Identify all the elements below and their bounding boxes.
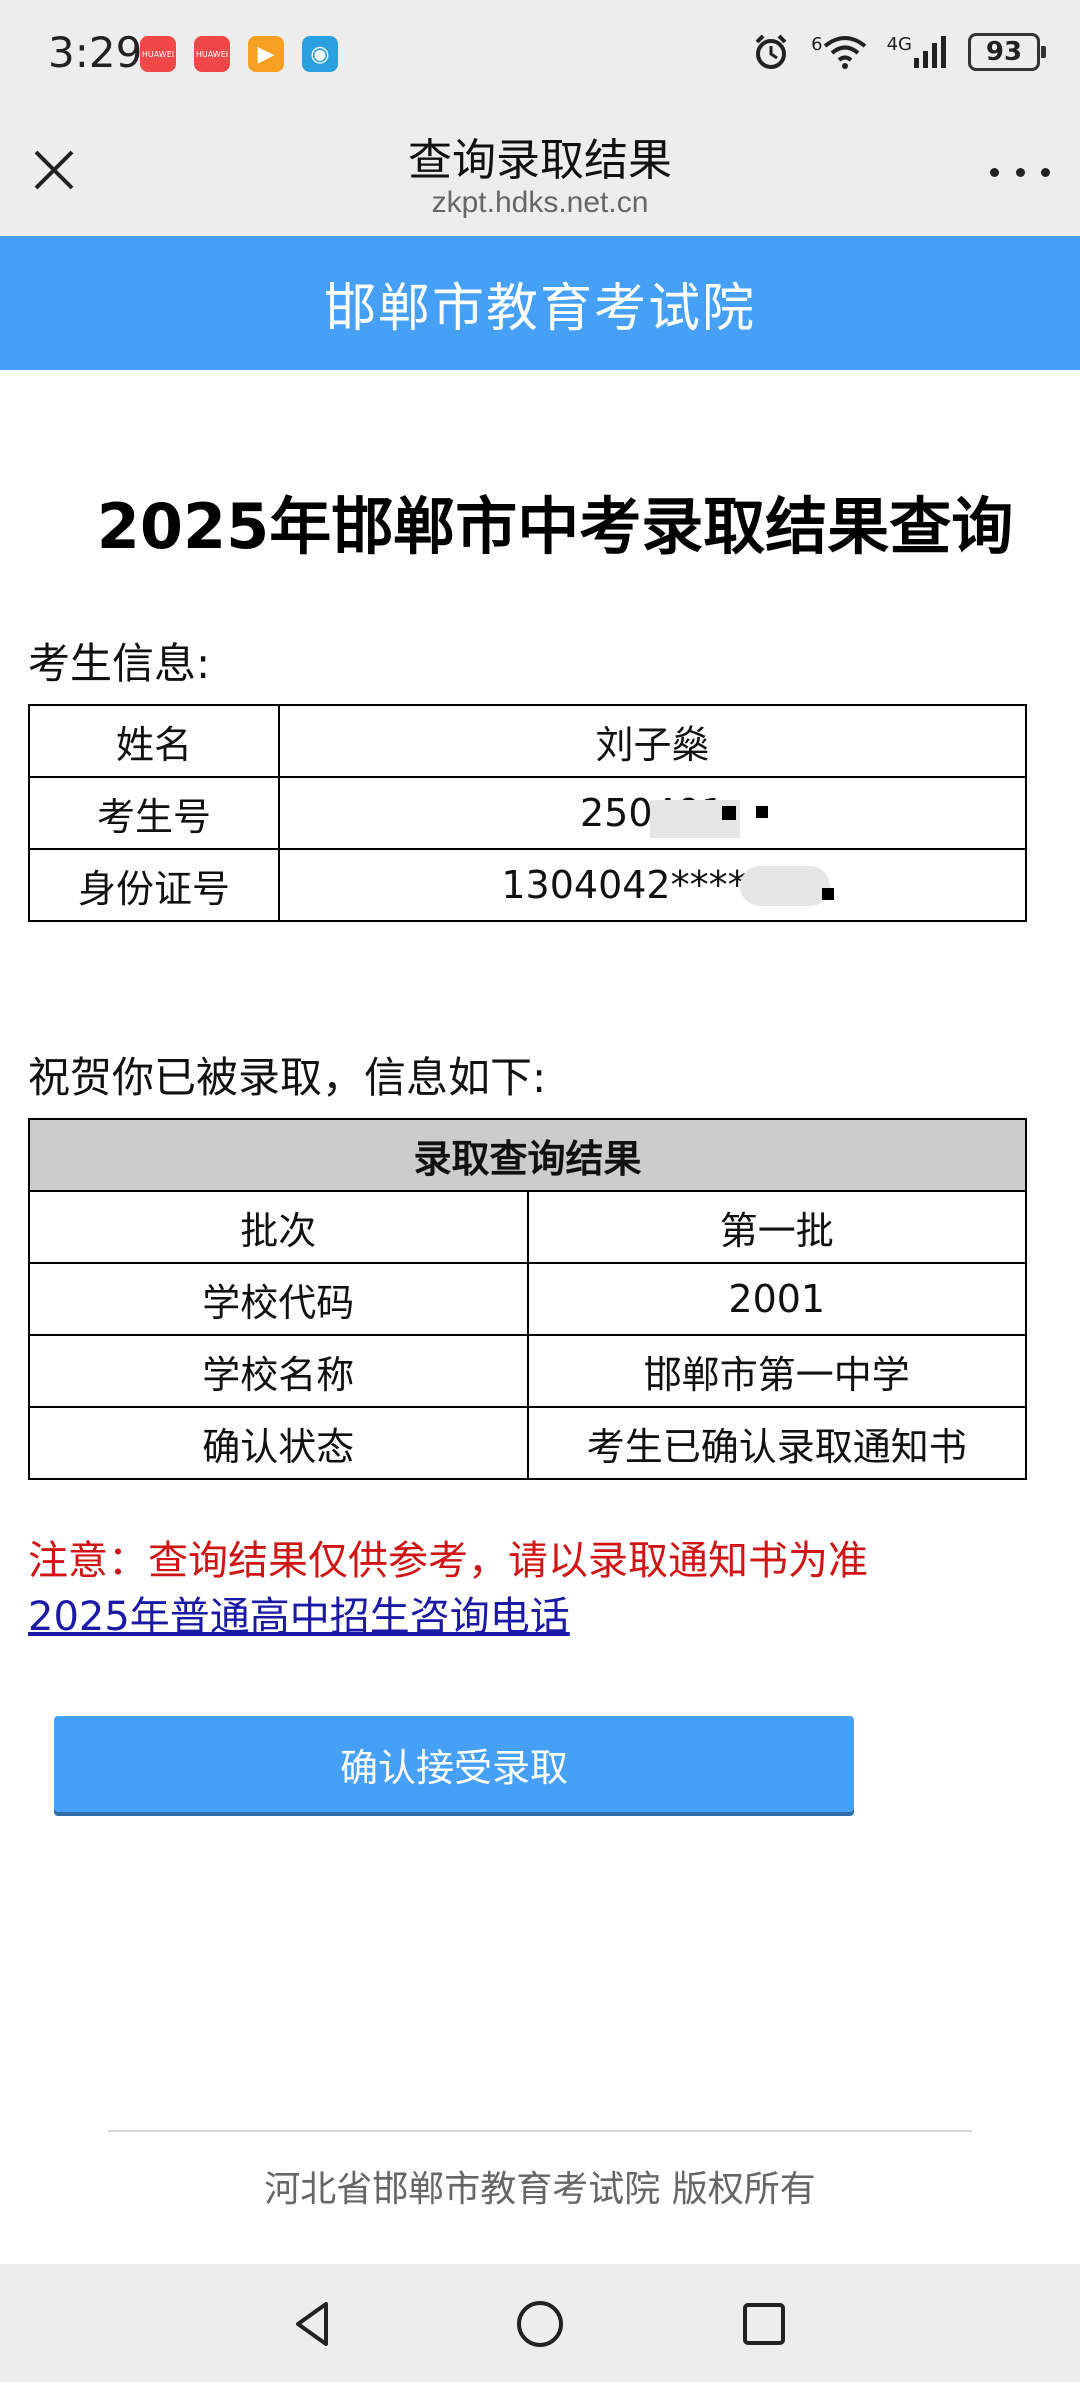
- main-heading: 2025年邯郸市中考录取结果查询: [96, 490, 1014, 563]
- footer-copyright: 河北省邯郸市教育考试院 版权所有: [264, 2169, 816, 2210]
- page-url: zkpt.hdks.net.cn: [431, 186, 649, 219]
- system-nav-bar: [0, 2264, 1080, 2382]
- redaction-mask: [722, 806, 736, 820]
- table-row: 学校名称 邯郸市第一中学: [28, 1334, 1027, 1408]
- wifi-standard-label: 6: [811, 34, 823, 55]
- home-icon[interactable]: [510, 2294, 570, 2354]
- site-banner: 邯郸市教育考试院: [0, 236, 1080, 370]
- table-row: 身份证号 1304042*******: [28, 848, 1027, 922]
- huawei-app-icon: HUAWEI: [140, 36, 176, 72]
- confirm-status-value: 考生已确认录取通知书: [526, 1406, 1027, 1480]
- candidate-info-label: 考生信息:: [28, 639, 211, 688]
- table-header-row: 录取查询结果: [28, 1118, 1027, 1192]
- more-options-icon[interactable]: [990, 152, 1050, 192]
- candidate-info-table: 姓名 刘子燊 考生号 250401 身份证号 1304042*******: [28, 704, 1027, 922]
- accept-admission-button[interactable]: 确认接受录取: [54, 1716, 854, 1812]
- table-row: 确认状态 考生已确认录取通知书: [28, 1406, 1027, 1480]
- school-name-key: 学校名称: [28, 1334, 529, 1408]
- wifi-icon: [823, 36, 866, 69]
- network-type-label: 4G: [886, 34, 912, 55]
- exam-number-key: 考生号: [28, 776, 280, 850]
- recent-apps-icon[interactable]: [734, 2294, 794, 2354]
- name-key: 姓名: [28, 704, 280, 778]
- name-value: 刘子燊: [278, 704, 1027, 778]
- page-title: 查询录取结果: [408, 135, 672, 186]
- browser-header: 查询录取结果 zkpt.hdks.net.cn: [0, 110, 1080, 236]
- footer-divider: [108, 2130, 972, 2132]
- table-row: 批次 第一批: [28, 1190, 1027, 1264]
- table-row: 学校代码 2001: [28, 1262, 1027, 1336]
- redaction-mask: [740, 866, 830, 906]
- status-indicators: 6 4G 93: [751, 32, 1046, 72]
- hotline-link[interactable]: 2025年普通高中招生咨询电话: [28, 1584, 570, 1642]
- back-icon[interactable]: [284, 2294, 344, 2354]
- huawei-app-icon: HUAWEI: [194, 36, 230, 72]
- signal-icon: [914, 36, 946, 68]
- batch-value: 第一批: [526, 1190, 1027, 1264]
- school-code-key: 学校代码: [28, 1262, 529, 1336]
- result-table-title: 录取查询结果: [28, 1118, 1027, 1192]
- notification-icons: HUAWEI HUAWEI ▶ ◉: [140, 36, 338, 72]
- browser-app-icon: ◉: [302, 36, 338, 72]
- notice-text: 注意：查询结果仅供参考，请以录取通知书为准: [28, 1538, 868, 1584]
- status-bar: 3:29 HUAWEI HUAWEI ▶ ◉ 6 4G 93: [0, 0, 1080, 110]
- table-row: 考生号 250401: [28, 776, 1027, 850]
- congrats-label: 祝贺你已被录取，信息如下:: [28, 1053, 547, 1102]
- id-number-key: 身份证号: [28, 848, 280, 922]
- battery-indicator: 93: [968, 33, 1046, 71]
- alarm-icon: [755, 34, 787, 69]
- table-row: 姓名 刘子燊: [28, 704, 1027, 778]
- admission-result-table: 录取查询结果 批次 第一批 学校代码 2001 学校名称 邯郸市第一中学 确认状…: [28, 1118, 1027, 1480]
- redaction-mask: [756, 806, 768, 818]
- video-app-icon: ▶: [248, 36, 284, 72]
- confirm-status-key: 确认状态: [28, 1406, 529, 1480]
- redaction-mask: [822, 888, 834, 900]
- school-code-value: 2001: [526, 1262, 1027, 1336]
- school-name-value: 邯郸市第一中学: [526, 1334, 1027, 1408]
- batch-key: 批次: [28, 1190, 529, 1264]
- id-number-value: 1304042*******: [278, 848, 1027, 922]
- status-time: 3:29: [48, 28, 143, 77]
